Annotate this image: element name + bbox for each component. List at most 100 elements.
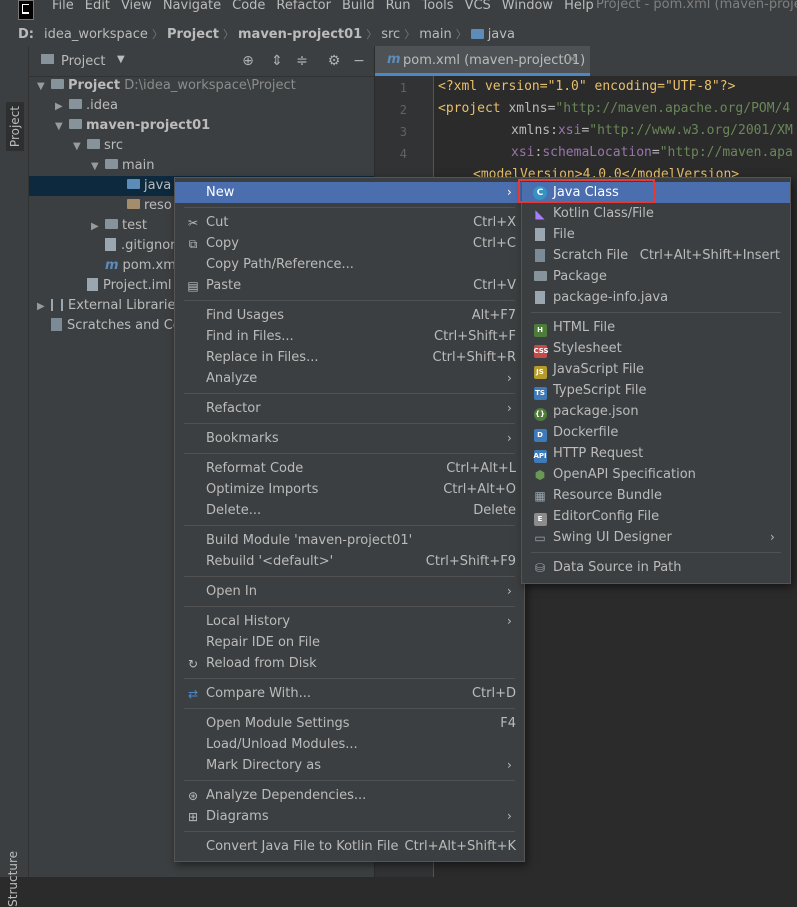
tree-item-external-libraries[interactable]: ▶ External Libraries <box>37 296 182 316</box>
new-html-file[interactable]: H HTML File <box>522 317 790 338</box>
close-icon[interactable]: × <box>567 52 578 67</box>
menu-item-open-module-settings[interactable]: Open Module Settings F4 <box>175 713 524 734</box>
chevron-right-icon: 〉 <box>455 28 467 41</box>
menu-item-optimize-imports[interactable]: Optimize Imports Ctrl+Alt+O <box>175 479 524 500</box>
libraries-icon <box>51 299 63 311</box>
menu-item-build-module[interactable]: Build Module 'maven-project01' <box>175 530 524 551</box>
hide-icon[interactable]: − <box>351 53 367 69</box>
breadcrumb-main[interactable]: main <box>419 27 451 42</box>
chevron-right-icon[interactable]: ▶ <box>37 297 51 317</box>
tool-tab-structure[interactable]: Structure <box>6 851 20 907</box>
menu-item-copy[interactable]: ⧉ Copy Ctrl+C <box>175 233 524 254</box>
menu-item-find-in-files[interactable]: Find in Files... Ctrl+Shift+F <box>175 326 524 347</box>
new-typescript-file[interactable]: TS TypeScript File <box>522 380 790 401</box>
gear-icon[interactable]: ⚙ <box>326 53 342 69</box>
new-scratch-file[interactable]: Scratch File Ctrl+Alt+Shift+Insert <box>522 245 790 266</box>
menu-vcs[interactable]: VCS <box>465 0 491 22</box>
menu-item-replace-in-files[interactable]: Replace in Files... Ctrl+Shift+R <box>175 347 524 368</box>
menu-item-convert-to-kotlin[interactable]: Convert Java File to Kotlin File Ctrl+Al… <box>175 836 524 857</box>
tree-item-resources[interactable]: reso <box>113 196 172 216</box>
menu-item-paste[interactable]: ▤ Paste Ctrl+V <box>175 275 524 296</box>
menu-item-repair-ide[interactable]: Repair IDE on File <box>175 632 524 653</box>
menu-item-rebuild[interactable]: Rebuild '<default>' Ctrl+Shift+F9 <box>175 551 524 572</box>
new-package-info[interactable]: package-info.java <box>522 287 790 308</box>
breadcrumb-maven-project01[interactable]: maven-project01 <box>238 27 362 42</box>
tree-item-src[interactable]: ▼ src <box>73 136 123 156</box>
menu-separator <box>184 300 515 301</box>
menu-file[interactable]: File <box>52 0 74 22</box>
tree-item-project-iml[interactable]: Project.iml <box>73 276 172 296</box>
new-dockerfile[interactable]: D Dockerfile <box>522 422 790 443</box>
new-http-request[interactable]: API HTTP Request <box>522 443 790 464</box>
editor-tab-pom-xml[interactable]: m pom.xml (maven-project01) × <box>375 46 590 76</box>
breadcrumb-project[interactable]: Project <box>167 27 219 42</box>
menu-run[interactable]: Run <box>386 0 411 22</box>
menu-item-find-usages[interactable]: Find Usages Alt+F7 <box>175 305 524 326</box>
breadcrumb-idea-workspace[interactable]: idea_workspace <box>44 27 148 42</box>
new-package[interactable]: Package <box>522 266 790 287</box>
menu-item-delete[interactable]: Delete... Delete <box>175 500 524 521</box>
new-data-source-in-path[interactable]: ⛁ Data Source in Path <box>522 557 790 578</box>
chevron-down-icon[interactable]: ▼ <box>37 77 51 97</box>
chevron-down-icon[interactable]: ▼ <box>73 137 87 157</box>
chevron-right-icon[interactable]: ▶ <box>91 217 105 237</box>
menu-item-local-history[interactable]: Local History › <box>175 611 524 632</box>
locate-icon[interactable]: ⊕ <box>240 53 256 69</box>
menu-item-new[interactable]: New › <box>175 182 524 203</box>
menu-item-refactor[interactable]: Refactor › <box>175 398 524 419</box>
chevron-right-icon[interactable]: ▶ <box>55 97 69 117</box>
tree-item-maven-project01[interactable]: ▼ maven-project01 <box>55 116 210 136</box>
breadcrumb-drive[interactable]: D: <box>18 27 34 42</box>
menu-item-cut[interactable]: ✂ Cut Ctrl+X <box>175 212 524 233</box>
menu-item-open-in[interactable]: Open In › <box>175 581 524 602</box>
tree-item-scratches[interactable]: Scratches and Co <box>51 316 181 336</box>
new-file[interactable]: File <box>522 224 790 245</box>
menu-item-analyze-dependencies[interactable]: ⊛ Analyze Dependencies... <box>175 785 524 806</box>
expand-all-icon[interactable]: ⇕ <box>269 53 285 69</box>
menu-code[interactable]: Code <box>232 0 265 22</box>
new-stylesheet[interactable]: CSS Stylesheet <box>522 338 790 359</box>
chevron-down-icon[interactable]: ▼ <box>91 157 105 177</box>
menu-item-copy-path[interactable]: Copy Path/Reference... <box>175 254 524 275</box>
http-request-icon: API <box>533 447 547 463</box>
scissors-icon: ✂ <box>187 216 199 230</box>
menu-help[interactable]: Help <box>564 0 594 22</box>
tree-item-idea[interactable]: ▶ .idea <box>55 96 118 116</box>
tree-item-project[interactable]: ▼ Project D:\idea_workspace\Project <box>37 76 296 96</box>
chevron-down-icon[interactable]: ▼ <box>117 54 125 65</box>
menu-item-mark-directory-as[interactable]: Mark Directory as › <box>175 755 524 776</box>
menu-item-compare-with[interactable]: ⇄ Compare With... Ctrl+D <box>175 683 524 704</box>
menu-refactor[interactable]: Refactor <box>276 0 331 22</box>
new-editorconfig[interactable]: E EditorConfig File <box>522 506 790 527</box>
menu-window[interactable]: Window <box>502 0 553 22</box>
tool-tab-project[interactable]: Project <box>6 102 24 152</box>
copy-icon: ⧉ <box>188 237 198 251</box>
tree-item-java[interactable]: java <box>113 176 171 196</box>
new-swing-ui-designer[interactable]: ▭ Swing UI Designer › <box>522 527 790 548</box>
new-package-json[interactable]: {} package.json <box>522 401 790 422</box>
new-kotlin-class[interactable]: ◣ Kotlin Class/File <box>522 203 790 224</box>
breadcrumb-src[interactable]: src <box>381 27 400 42</box>
menu-item-reformat-code[interactable]: Reformat Code Ctrl+Alt+L <box>175 458 524 479</box>
tree-item-main[interactable]: ▼ main <box>91 156 154 176</box>
chevron-down-icon[interactable]: ▼ <box>55 117 69 137</box>
menu-view[interactable]: View <box>121 0 152 22</box>
project-view-selector[interactable]: Project <box>61 54 105 69</box>
new-openapi-spec[interactable]: ⬢ OpenAPI Specification <box>522 464 790 485</box>
menu-item-reload-from-disk[interactable]: ↻ Reload from Disk <box>175 653 524 674</box>
tree-item-test[interactable]: ▶ test <box>91 216 147 236</box>
menu-item-bookmarks[interactable]: Bookmarks › <box>175 428 524 449</box>
menu-edit[interactable]: Edit <box>85 0 110 22</box>
menu-navigate[interactable]: Navigate <box>163 0 221 22</box>
menu-build[interactable]: Build <box>342 0 375 22</box>
menu-item-diagrams[interactable]: ⊞ Diagrams › <box>175 806 524 827</box>
menu-item-load-unload-modules[interactable]: Load/Unload Modules... <box>175 734 524 755</box>
tree-item-gitignore[interactable]: .gitignore <box>91 236 183 256</box>
new-javascript-file[interactable]: JS JavaScript File <box>522 359 790 380</box>
breadcrumb-java[interactable]: java <box>488 27 515 42</box>
menu-item-analyze[interactable]: Analyze › <box>175 368 524 389</box>
menu-tools[interactable]: Tools <box>422 0 454 22</box>
collapse-all-icon[interactable]: ≑ <box>294 53 310 69</box>
new-resource-bundle[interactable]: ▦ Resource Bundle <box>522 485 790 506</box>
tree-item-pom-xml[interactable]: m pom.xml <box>91 256 180 276</box>
